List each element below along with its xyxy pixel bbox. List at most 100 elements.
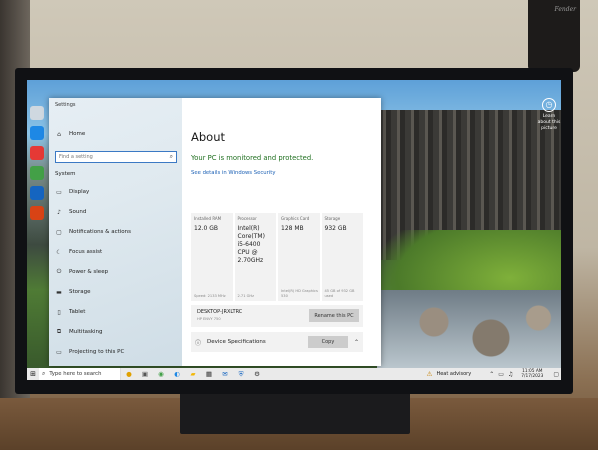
card-label: Processor: [237, 216, 257, 221]
sidebar-item-label: Notifications & actions: [69, 229, 132, 235]
search-icon: ⌕: [42, 370, 46, 377]
notification-center-icon[interactable]: ▢: [553, 371, 559, 378]
sidebar-item-multitasking[interactable]: ⧉ Multitasking: [55, 326, 177, 338]
sidebar-item-label: Home: [69, 131, 86, 137]
chrome-icon[interactable]: [30, 166, 44, 180]
window-title: Settings: [55, 102, 76, 108]
device-specifications-row[interactable]: ⓘ Device Specifications Copy ⌃: [191, 332, 363, 352]
sound-icon: ♪: [57, 208, 61, 216]
card-label: Storage: [324, 216, 341, 221]
display-icon: ▭: [56, 188, 62, 196]
card-foot: 2.71 GHz: [237, 293, 255, 298]
windows-security-link[interactable]: See details in Windows Security: [191, 170, 276, 176]
sidebar-item-label: Tablet: [69, 309, 86, 315]
sidebar-item-projecting[interactable]: ▭ Projecting to this PC: [55, 346, 177, 358]
sidebar-section-label: System: [55, 171, 76, 177]
volume-icon[interactable]: ♫: [508, 371, 513, 378]
edge-icon[interactable]: [30, 126, 44, 140]
storage-card: Storage 932 GB 45 GB of 932 GB used: [321, 213, 363, 301]
sidebar-item-focus-assist[interactable]: ☾ Focus assist: [55, 246, 177, 258]
copy-button[interactable]: Copy: [307, 336, 348, 348]
protection-status: Your PC is monitored and protected.: [191, 154, 314, 162]
card-value: 932 GB: [324, 225, 347, 232]
edge-icon[interactable]: ◐: [171, 368, 183, 380]
app-icon[interactable]: [30, 206, 44, 220]
system-tray: ⚠ Heat advisory ⌃ ▭ ♫ 11:05 AM 7/17/2023…: [427, 368, 561, 380]
card-foot: Speed: 2133 MHz: [194, 293, 226, 298]
card-label: Graphics Card: [281, 216, 310, 221]
graphics-card: Graphics Card 128 MB Intel(R) HD Graphic…: [278, 213, 320, 301]
file-explorer-icon[interactable]: ▰: [187, 368, 199, 380]
desktop: ◷ Learn about this picture Settings ⌂ Ho…: [27, 80, 561, 380]
spec-cards: Installed RAM 12.0 GB Speed: 2133 MHz Pr…: [191, 213, 363, 301]
about-page: About Your PC is monitored and protected…: [189, 98, 381, 366]
guitar-brand: Fender: [554, 6, 576, 13]
card-value: 128 MB: [281, 225, 304, 232]
taskbar-search-input[interactable]: ⌕ Type here to search: [39, 368, 121, 380]
windows-icon: ⊞: [30, 370, 36, 378]
mail-icon[interactable]: ✉: [219, 368, 231, 380]
card-value: 12.0 GB: [194, 225, 219, 232]
storage-icon: ▬: [56, 288, 62, 296]
wallpaper-rocks: [377, 290, 561, 370]
clock[interactable]: 11:05 AM 7/17/2023: [521, 369, 543, 379]
sidebar-item-label: Projecting to this PC: [69, 349, 125, 355]
network-icon[interactable]: ▭: [498, 371, 504, 378]
tv-frame: ◷ Learn about this picture Settings ⌂ Ho…: [15, 68, 573, 394]
sidebar-item-sound[interactable]: ♪ Sound: [55, 206, 177, 218]
task-view-icon[interactable]: ▣: [139, 368, 151, 380]
settings-search-input[interactable]: Find a setting ⌕: [55, 151, 177, 163]
search-placeholder: Find a setting: [59, 154, 93, 160]
app-icon[interactable]: [30, 146, 44, 160]
sidebar-item-tablet[interactable]: ▯ Tablet: [55, 306, 177, 318]
sidebar-item-storage[interactable]: ▬ Storage: [55, 286, 177, 298]
taskbar: ⊞ ⌕ Type here to search ● ▣ ◉ ◐ ▰ ▦ ✉ ⛨ …: [27, 368, 561, 380]
chevron-up-icon[interactable]: ⌃: [489, 371, 494, 378]
sidebar-item-label: Multitasking: [69, 329, 103, 335]
settings-window: Settings ⌂ Home Find a setting ⌕ System …: [49, 98, 381, 366]
news-widget-icon[interactable]: ●: [123, 368, 135, 380]
power-icon: ⏻: [56, 268, 62, 275]
info-icon: ⓘ: [195, 339, 202, 347]
search-icon: ⌕: [169, 153, 173, 160]
desktop-icons: [27, 100, 47, 226]
security-icon[interactable]: ⛨: [235, 368, 247, 380]
focus-assist-icon: ☾: [56, 248, 62, 256]
chrome-icon[interactable]: ◉: [155, 368, 167, 380]
sidebar-item-label: Storage: [69, 289, 91, 295]
chevron-up-icon[interactable]: ⌃: [354, 339, 359, 346]
store-icon[interactable]: ▦: [203, 368, 215, 380]
recycle-bin-icon[interactable]: [30, 106, 44, 120]
sidebar-item-power[interactable]: ⏻ Power & sleep: [55, 266, 177, 278]
camera-icon: ◷: [542, 98, 556, 112]
card-value: Intel(R) Core(TM) i5-6400 CPU @ 2.70GHz: [237, 225, 265, 264]
taskbar-search-placeholder: Type here to search: [49, 371, 102, 377]
card-foot: 45 GB of 932 GB used: [324, 289, 355, 298]
processor-card: Processor Intel(R) Core(TM) i5-6400 CPU …: [234, 213, 276, 301]
notifications-icon: ▢: [56, 228, 62, 236]
app-icon[interactable]: [30, 186, 44, 200]
rename-pc-button[interactable]: Rename this PC: [309, 309, 359, 322]
sidebar-item-home[interactable]: ⌂ Home: [55, 128, 177, 140]
ram-card: Installed RAM 12.0 GB Speed: 2133 MHz: [191, 213, 233, 301]
sidebar-item-display[interactable]: ▭ Display: [55, 186, 177, 198]
sidebar-item-label: Sound: [69, 209, 87, 215]
device-model: HP ENVY 750: [197, 317, 221, 321]
card-label: Installed RAM: [194, 216, 222, 221]
warning-icon: ⚠: [426, 370, 433, 378]
sidebar-item-notifications[interactable]: ▢ Notifications & actions: [55, 226, 177, 238]
multitasking-icon: ⧉: [56, 328, 62, 335]
spotlight-label: Learn about this picture: [537, 114, 561, 131]
start-button[interactable]: ⊞: [27, 368, 39, 380]
sidebar-item-label: Power & sleep: [69, 269, 109, 275]
tablet-icon: ▯: [57, 308, 61, 316]
sidebar-item-label: Display: [69, 189, 90, 195]
device-specifications-label: Device Specifications: [207, 339, 266, 345]
spotlight-info[interactable]: ◷ Learn about this picture: [536, 98, 561, 132]
sidebar-item-label: Focus assist: [69, 249, 103, 255]
home-icon: ⌂: [57, 130, 61, 138]
weather-widget[interactable]: ⚠ Heat advisory: [427, 370, 472, 378]
settings-gear-icon[interactable]: ⚙: [251, 368, 263, 380]
device-name-row: DESKTOP-JRXLTRC HP ENVY 750 Rename this …: [191, 305, 363, 327]
device-name: DESKTOP-JRXLTRC: [197, 309, 243, 315]
